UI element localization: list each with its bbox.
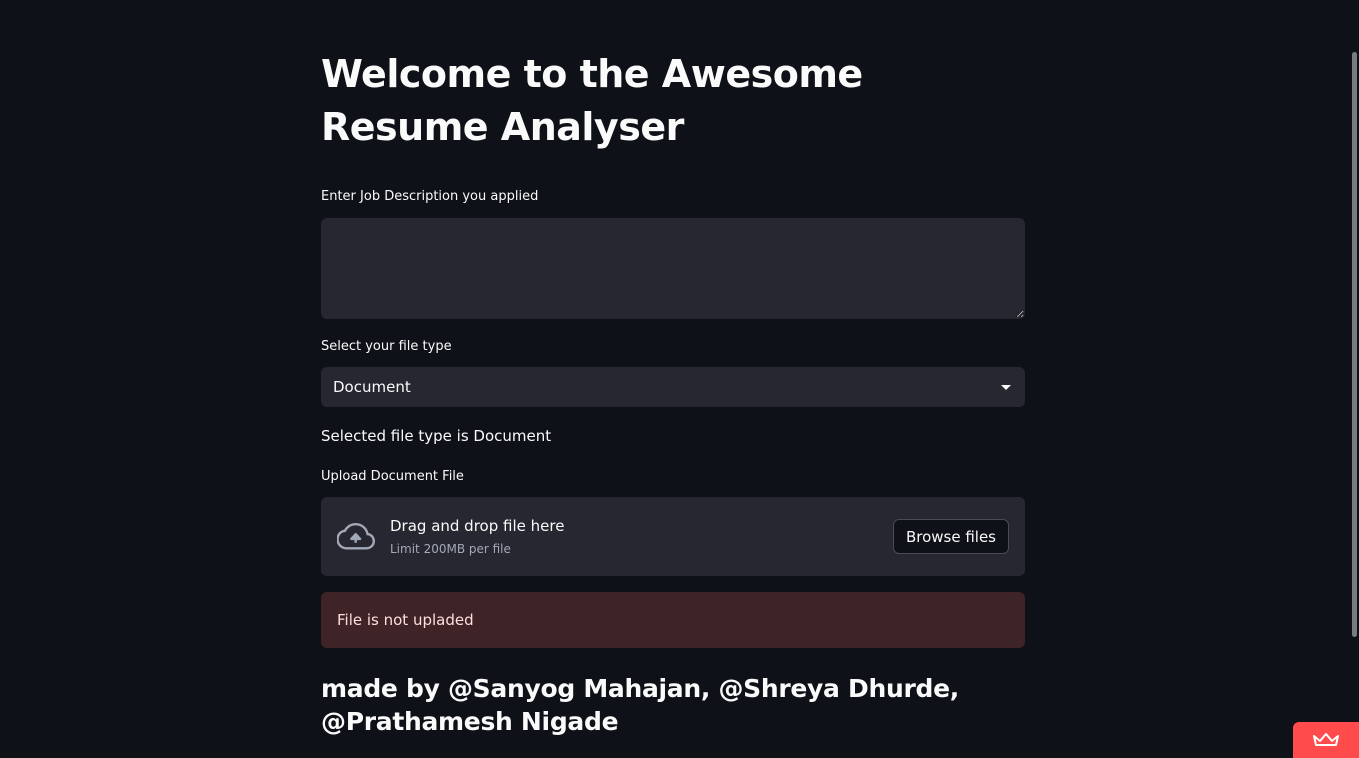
upload-label: Upload Document File — [321, 469, 464, 484]
crown-icon — [1313, 733, 1339, 746]
page-title: Welcome to the Awesome Resume Analyser — [321, 52, 863, 149]
file-type-selected-value: Document — [333, 378, 411, 396]
app-root: Welcome to the Awesome Resume Analyser E… — [0, 0, 1359, 758]
job-description-textarea[interactable] — [321, 218, 1025, 319]
cloud-upload-icon — [337, 522, 375, 549]
dropzone-instruction: Drag and drop file here — [390, 516, 565, 535]
error-alert: File is not upladed — [321, 592, 1025, 648]
chevron-down-icon — [1001, 384, 1011, 390]
file-dropzone[interactable]: Drag and drop file here Limit 200MB per … — [321, 497, 1025, 576]
scrollbar[interactable] — [1351, 0, 1359, 758]
dropzone-text: Drag and drop file here Limit 200MB per … — [390, 515, 893, 559]
credits-heading: made by @Sanyog Mahajan, @Shreya Dhurde,… — [321, 674, 959, 736]
browse-files-button[interactable]: Browse files — [892, 519, 1009, 554]
streamlit-badge[interactable] — [1293, 722, 1359, 758]
error-alert-message: File is not upladed — [337, 611, 474, 629]
selected-file-type-text: Selected file type is Document — [321, 427, 552, 445]
job-description-label: Enter Job Description you applied — [321, 189, 539, 204]
file-type-select[interactable]: Document — [321, 367, 1025, 407]
scrollbar-thumb[interactable] — [1352, 52, 1357, 637]
dropzone-limit: Limit 200MB per file — [390, 541, 511, 556]
file-type-label: Select your file type — [321, 339, 452, 354]
